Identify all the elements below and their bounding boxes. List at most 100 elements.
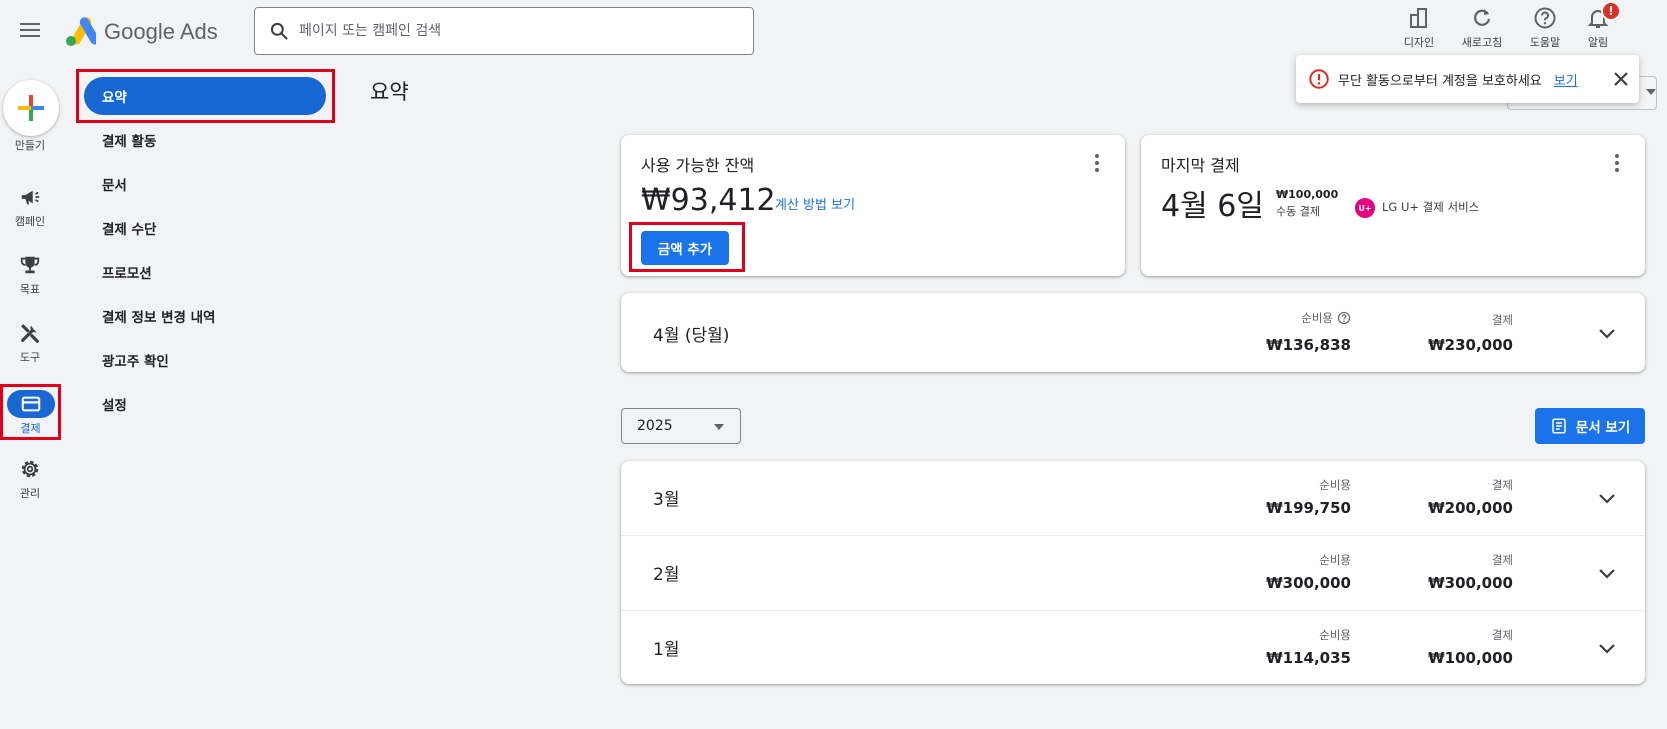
plus-icon — [18, 95, 44, 121]
nav-item-documents[interactable]: 문서 — [84, 165, 326, 203]
payment-value: ₩200,000 — [1428, 499, 1513, 517]
more-vert-icon[interactable] — [1607, 153, 1627, 173]
net-cost-value: ₩136,838 — [1266, 336, 1351, 354]
top-action-label: 알림 — [1587, 36, 1609, 49]
month-row-march[interactable]: 3월 순비용 ₩199,750 결제 ₩200,000 — [621, 461, 1645, 535]
help-icon — [1534, 7, 1556, 29]
nav-item-summary[interactable]: 요약 — [84, 77, 326, 115]
rail-pill — [6, 455, 54, 483]
view-documents-button[interactable]: 문서 보기 — [1535, 408, 1645, 444]
current-month-card[interactable]: 4월 (당월) 순비용 ₩136,838 결제 ₩230,000 — [621, 293, 1645, 372]
search-icon — [270, 22, 288, 40]
menu-icon[interactable] — [18, 18, 42, 42]
top-action-refresh[interactable]: 새로고침 — [1454, 6, 1510, 50]
lg-uplus-logo: U+ — [1355, 198, 1375, 218]
month-row-february[interactable]: 2월 순비용 ₩300,000 결제 ₩300,000 — [621, 536, 1645, 610]
gear-icon — [21, 460, 39, 478]
nav-item-promotions[interactable]: 프로모션 — [84, 253, 326, 291]
last-payment-date: 4월 6일 — [1161, 189, 1264, 224]
chevron-down-icon[interactable] — [1595, 561, 1619, 585]
payment-provider: LG U+ 결제 서비스 — [1382, 200, 1480, 214]
rail-item-goals[interactable]: 목표 — [0, 251, 60, 297]
more-vert-icon[interactable] — [1087, 153, 1107, 173]
rail-item-label: 관리 — [19, 487, 41, 500]
net-cost-header: 순비용 — [1319, 628, 1351, 642]
chevron-down-icon[interactable] — [1595, 321, 1619, 345]
refresh-icon — [1474, 9, 1491, 26]
net-cost-value: ₩114,035 — [1266, 649, 1351, 667]
create-button[interactable] — [3, 80, 59, 136]
rail-pill — [6, 251, 54, 279]
rail-item-label: 결제 — [20, 422, 41, 435]
top-action-label: 도움말 — [1529, 36, 1561, 49]
create-label: 만들기 — [14, 139, 46, 152]
design-icon — [1410, 8, 1427, 28]
payment-value: ₩230,000 — [1428, 336, 1513, 354]
balance-amount: ₩93,412 — [641, 183, 776, 218]
net-cost-header: 순비용 — [1319, 553, 1351, 567]
nav-item-payment-methods[interactable]: 결제 수단 — [84, 209, 326, 247]
rail-item-campaigns[interactable]: 캠페인 — [0, 183, 60, 229]
net-cost-header: 순비용 — [1319, 478, 1351, 492]
top-action-notifications[interactable]: 알림 ! — [1570, 1, 1626, 50]
rail-pill — [6, 390, 55, 418]
month-label: 3월 — [653, 490, 680, 510]
page-title: 요약 — [370, 80, 409, 104]
error-icon — [1309, 69, 1329, 89]
close-icon[interactable] — [1611, 69, 1631, 89]
rail-pill — [6, 183, 54, 211]
help-icon[interactable] — [1337, 311, 1351, 325]
nav-item-advertiser-verification[interactable]: 광고주 확인 — [84, 341, 326, 379]
tools-icon — [21, 324, 39, 343]
add-funds-button[interactable]: 금액 추가 — [641, 231, 729, 265]
current-month-label: 4월 (당월) — [653, 326, 730, 346]
credit-card-icon — [21, 396, 40, 412]
nav-item-settings[interactable]: 설정 — [84, 385, 326, 423]
payment-header: 결제 — [1491, 628, 1513, 642]
chevron-down-icon[interactable] — [1595, 636, 1619, 660]
balance-card-title: 사용 가능한 잔액 — [641, 156, 755, 175]
top-bar: Google Ads 디자인 새로고침 도움말 — [0, 0, 1667, 62]
year-select[interactable]: 2025 — [621, 408, 741, 444]
top-action-label: 새로고침 — [1461, 36, 1503, 49]
last-payment-amount: ₩100,000 — [1276, 188, 1339, 201]
view-documents-label: 문서 보기 — [1575, 420, 1631, 436]
net-cost-header-text: 순비용 — [1301, 311, 1333, 325]
payment-header: 결제 — [1491, 478, 1513, 492]
rail-item-admin[interactable]: 관리 — [0, 455, 60, 501]
rail-item-billing[interactable]: 결제 — [0, 384, 61, 440]
caret-down-icon — [714, 424, 724, 430]
top-action-help[interactable]: 도움말 — [1517, 6, 1573, 50]
payment-value: ₩300,000 — [1428, 574, 1513, 592]
last-payment-title: 마지막 결제 — [1161, 156, 1240, 175]
toast-view-link[interactable]: 보기 — [1554, 70, 1578, 89]
google-ads-logo-icon — [66, 17, 96, 46]
top-action-label: 디자인 — [1403, 36, 1435, 49]
payment-header: 결제 — [1491, 313, 1513, 327]
rail-item-tools[interactable]: 도구 — [0, 319, 60, 365]
search-input[interactable] — [299, 23, 729, 39]
month-label: 1월 — [653, 640, 680, 660]
notification-badge: ! — [1601, 1, 1621, 21]
nav-item-billing-activity[interactable]: 결제 활동 — [84, 121, 326, 159]
net-cost-header: 순비용 — [1241, 310, 1351, 326]
caret-down-icon — [1646, 89, 1656, 95]
nav-item-change-history[interactable]: 결제 정보 변경 내역 — [84, 297, 326, 335]
google-ads-logo[interactable]: Google Ads — [64, 16, 218, 48]
rail-pill — [6, 319, 54, 347]
rail-item-label: 도구 — [19, 351, 41, 364]
document-icon — [1552, 418, 1566, 434]
toast-message: 무단 활동으로부터 계정을 보호하세요 — [1338, 73, 1542, 89]
last-payment-card: 마지막 결제 4월 6일 ₩100,000 수동 결제 U+ LG U+ 결제 … — [1141, 135, 1645, 276]
chevron-down-icon[interactable] — [1595, 486, 1619, 510]
net-cost-value: ₩199,750 — [1266, 499, 1351, 517]
calc-method-link[interactable]: 계산 방법 보기 — [775, 194, 855, 213]
search-box[interactable] — [254, 7, 754, 55]
rail-item-label: 목표 — [19, 283, 41, 296]
top-action-design[interactable]: 디자인 — [1391, 6, 1447, 50]
months-list-card: 3월 순비용 ₩199,750 결제 ₩200,000 2월 순비용 ₩300,… — [621, 461, 1645, 684]
trophy-icon — [20, 256, 40, 274]
payment-header: 결제 — [1491, 553, 1513, 567]
app-name: Google Ads — [104, 19, 218, 44]
month-row-january[interactable]: 1월 순비용 ₩114,035 결제 ₩100,000 — [621, 611, 1645, 684]
